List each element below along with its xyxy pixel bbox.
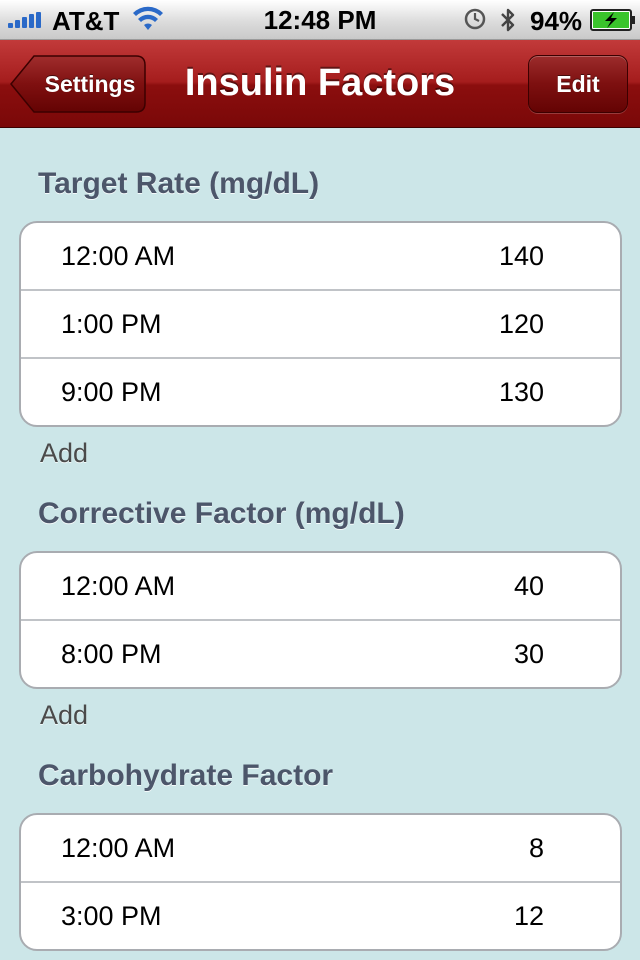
table-row[interactable]: 8:00 PM 30 — [21, 619, 620, 687]
row-value: 40 — [513, 571, 544, 601]
table-row[interactable]: 12:00 AM 140 — [21, 223, 620, 289]
row-value: 30 — [513, 639, 544, 669]
settings-back-button[interactable]: Settings — [10, 55, 146, 113]
section-header: Target Rate (mg/dL) — [38, 167, 320, 200]
add-target-rate-button[interactable]: Add — [40, 438, 88, 469]
table-row[interactable]: 1:00 PM 120 — [21, 289, 620, 357]
row-value: 140 — [498, 241, 544, 271]
row-value: 12 — [513, 901, 544, 931]
carbohydrate-factor-group: 12:00 AM 8 3:00 PM 12 — [19, 813, 622, 951]
corrective-factor-group: 12:00 AM 40 8:00 PM 30 — [19, 551, 622, 689]
battery-charging-icon — [590, 9, 635, 31]
bluetooth-icon — [501, 8, 515, 32]
navigation-bar: Insulin Factors Settings Edit — [0, 40, 640, 128]
row-time: 1:00 PM — [61, 309, 162, 339]
add-corrective-factor-button[interactable]: Add — [40, 700, 88, 731]
row-value: 120 — [498, 309, 544, 339]
table-row[interactable]: 3:00 PM 12 — [21, 881, 620, 949]
row-time: 9:00 PM — [61, 377, 162, 407]
target-rate-group: 12:00 AM 140 1:00 PM 120 9:00 PM 130 — [19, 221, 622, 427]
status-bar: AT&T 12:48 PM 94% — [0, 0, 640, 40]
table-row[interactable]: 12:00 AM 8 — [21, 815, 620, 881]
row-time: 8:00 PM — [61, 639, 162, 669]
back-button-label: Settings — [44, 71, 136, 97]
settings-table: Target Rate (mg/dL) 12:00 AM 140 1:00 PM… — [0, 129, 640, 960]
row-value: 8 — [528, 833, 544, 863]
clock-lock-icon — [464, 8, 486, 30]
row-time: 3:00 PM — [61, 901, 162, 931]
edit-button[interactable]: Edit — [528, 55, 628, 113]
row-value: 130 — [498, 377, 544, 407]
row-time: 12:00 AM — [61, 833, 176, 863]
table-row[interactable]: 12:00 AM 40 — [21, 553, 620, 619]
section-header: Corrective Factor (mg/dL) — [38, 497, 405, 530]
row-time: 12:00 AM — [61, 241, 176, 271]
table-row[interactable]: 9:00 PM 130 — [21, 357, 620, 425]
row-time: 12:00 AM — [61, 571, 176, 601]
section-header: Carbohydrate Factor — [38, 759, 334, 792]
battery-percent: 94% — [530, 6, 583, 36]
